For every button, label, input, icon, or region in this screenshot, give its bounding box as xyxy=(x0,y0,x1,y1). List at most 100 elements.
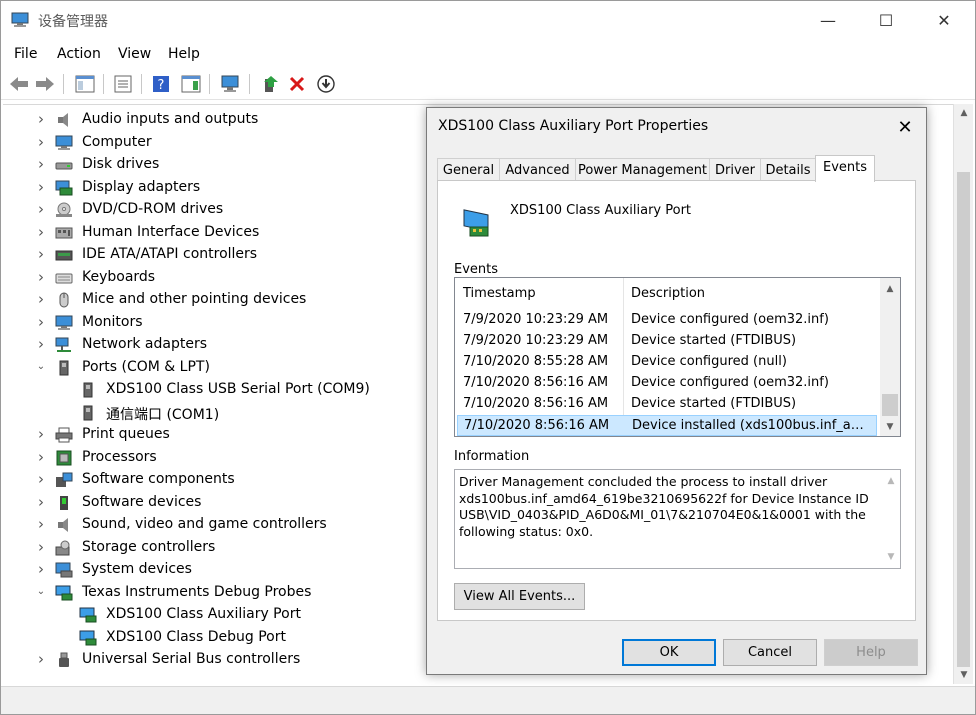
chevron-right-icon[interactable]: › xyxy=(35,650,47,668)
tree-item[interactable]: XDS100 Class Auxiliary Port xyxy=(3,604,433,626)
tree-item[interactable]: › System devices xyxy=(3,559,433,581)
properties-button[interactable] xyxy=(111,72,135,96)
chevron-right-icon[interactable]: › xyxy=(35,178,47,196)
menu-view[interactable]: View xyxy=(118,46,151,62)
information-textbox[interactable]: Driver Management concluded the process … xyxy=(454,469,901,569)
scrollbar-thumb[interactable] xyxy=(957,172,970,667)
view-all-events-button[interactable]: View All Events... xyxy=(454,583,585,610)
chevron-down-icon[interactable]: ⌄ xyxy=(35,361,47,373)
help-button[interactable]: Help xyxy=(824,639,918,666)
tree-item[interactable]: › Audio inputs and outputs xyxy=(3,109,433,131)
tree-item[interactable]: › Processors xyxy=(3,447,433,469)
information-scrollbar[interactable]: ▲ ▼ xyxy=(881,470,900,568)
event-row[interactable]: 7/9/2020 10:23:29 AM Device started (FTDI… xyxy=(457,331,877,352)
chevron-right-icon[interactable]: › xyxy=(35,515,47,533)
tree-item[interactable]: ⌄ Ports (COM & LPT) xyxy=(3,357,433,379)
title-bar: 设备管理器 — ☐ ✕ xyxy=(1,1,975,39)
scroll-down-icon[interactable]: ▼ xyxy=(881,548,901,566)
scroll-up-icon[interactable]: ▲ xyxy=(880,280,900,298)
column-header-description[interactable]: Description xyxy=(631,286,705,301)
chevron-right-icon[interactable]: › xyxy=(35,470,47,488)
disable-device-button[interactable] xyxy=(314,72,338,96)
tree-item[interactable]: › Disk drives xyxy=(3,154,433,176)
chevron-right-icon[interactable]: › xyxy=(35,493,47,511)
ok-button[interactable]: OK xyxy=(622,639,716,666)
scan-hardware-button[interactable] xyxy=(219,72,243,96)
chevron-right-icon[interactable]: › xyxy=(35,448,47,466)
chevron-right-icon[interactable]: › xyxy=(35,560,47,578)
chevron-right-icon[interactable]: › xyxy=(35,538,47,556)
event-row[interactable]: 7/10/2020 8:56:16 AM Device configured (o… xyxy=(457,373,877,394)
tree-scrollbar[interactable]: ▲ ▼ xyxy=(953,104,973,684)
event-timestamp: 7/9/2020 10:23:29 AM xyxy=(463,312,609,327)
tree-item[interactable]: XDS100 Class USB Serial Port (COM9) xyxy=(3,379,433,401)
tab-advanced[interactable]: Advanced xyxy=(499,158,576,181)
tree-item[interactable]: › Print queues xyxy=(3,424,433,446)
chevron-right-icon[interactable]: › xyxy=(35,200,47,218)
scroll-up-icon[interactable]: ▲ xyxy=(954,104,974,122)
tree-item[interactable]: › Sound, video and game controllers xyxy=(3,514,433,536)
cancel-button[interactable]: Cancel xyxy=(723,639,817,666)
minimize-button[interactable]: — xyxy=(799,1,857,39)
tree-item-label: IDE ATA/ATAPI controllers xyxy=(82,246,258,262)
show-hide-console-tree-button[interactable] xyxy=(73,72,97,96)
dialog-close-button[interactable]: ✕ xyxy=(890,114,920,140)
chevron-right-icon[interactable]: › xyxy=(35,425,47,443)
event-row[interactable]: 7/10/2020 8:55:28 AM Device configured (n… xyxy=(457,352,877,373)
chevron-right-icon[interactable]: › xyxy=(35,335,47,353)
events-scrollbar[interactable]: ▲ ▼ xyxy=(880,278,900,436)
menu-help[interactable]: Help xyxy=(168,46,200,62)
close-window-button[interactable]: ✕ xyxy=(915,1,973,39)
tab-events[interactable]: Events xyxy=(815,155,875,182)
tree-item[interactable]: › Universal Serial Bus controllers xyxy=(3,649,433,671)
tree-item[interactable]: XDS100 Class Debug Port xyxy=(3,627,433,649)
uninstall-device-button[interactable] xyxy=(285,72,309,96)
tree-item[interactable]: › IDE ATA/ATAPI controllers xyxy=(3,244,433,266)
tab-details[interactable]: Details xyxy=(760,158,816,181)
back-button[interactable] xyxy=(7,72,31,96)
tree-item-label: Print queues xyxy=(82,426,170,442)
events-list[interactable]: Timestamp Description 7/9/2020 10:23:29 … xyxy=(454,277,901,437)
chevron-right-icon[interactable]: › xyxy=(35,110,47,128)
chevron-down-icon[interactable]: ⌄ xyxy=(35,586,47,598)
scroll-down-icon[interactable]: ▼ xyxy=(880,418,900,436)
tree-item[interactable]: › Monitors xyxy=(3,312,433,334)
action-pane-button[interactable] xyxy=(179,72,203,96)
chevron-right-icon[interactable]: › xyxy=(35,223,47,241)
chevron-right-icon[interactable]: › xyxy=(35,268,47,286)
tree-item[interactable]: › DVD/CD-ROM drives xyxy=(3,199,433,221)
tree-item[interactable]: › Storage controllers xyxy=(3,537,433,559)
tree-item[interactable]: › Display adapters xyxy=(3,177,433,199)
help-toolbar-button[interactable]: ? xyxy=(149,72,173,96)
tree-item[interactable]: › Mice and other pointing devices xyxy=(3,289,433,311)
chevron-right-icon[interactable]: › xyxy=(35,133,47,151)
tree-item[interactable]: › Software devices xyxy=(3,492,433,514)
event-row[interactable]: 7/10/2020 8:56:16 AM Device installed (xd… xyxy=(457,415,877,436)
tree-item[interactable]: › Software components xyxy=(3,469,433,491)
tree-item[interactable]: ⌄ Texas Instruments Debug Probes xyxy=(3,582,433,604)
chevron-right-icon[interactable]: › xyxy=(35,155,47,173)
forward-button[interactable] xyxy=(33,72,57,96)
chevron-right-icon[interactable]: › xyxy=(35,313,47,331)
tree-item[interactable]: › Keyboards xyxy=(3,267,433,289)
chevron-right-icon[interactable]: › xyxy=(35,245,47,263)
event-row[interactable]: 7/10/2020 8:56:16 AM Device started (FTDI… xyxy=(457,394,877,415)
scrollbar-thumb[interactable] xyxy=(882,394,898,416)
maximize-button[interactable]: ☐ xyxy=(857,1,915,39)
tab-driver[interactable]: Driver xyxy=(709,158,761,181)
scroll-up-icon[interactable]: ▲ xyxy=(881,472,901,490)
tree-item[interactable]: 通信端口 (COM1) xyxy=(3,402,433,424)
scroll-down-icon[interactable]: ▼ xyxy=(954,666,974,684)
update-driver-button[interactable] xyxy=(259,72,283,96)
tab-power-management[interactable]: Power Management xyxy=(575,158,710,181)
chevron-right-icon[interactable]: › xyxy=(35,290,47,308)
column-header-timestamp[interactable]: Timestamp xyxy=(463,286,536,301)
event-row[interactable]: 7/9/2020 10:23:29 AM Device configured (o… xyxy=(457,310,877,331)
tree-item[interactable]: › Network adapters xyxy=(3,334,433,356)
tree-item[interactable]: › Human Interface Devices xyxy=(3,222,433,244)
tree-item[interactable]: › Computer xyxy=(3,132,433,154)
tab-general[interactable]: General xyxy=(437,158,500,181)
menu-action[interactable]: Action xyxy=(57,46,101,62)
debug-probe-icon xyxy=(463,209,489,237)
menu-file[interactable]: File xyxy=(14,46,37,62)
